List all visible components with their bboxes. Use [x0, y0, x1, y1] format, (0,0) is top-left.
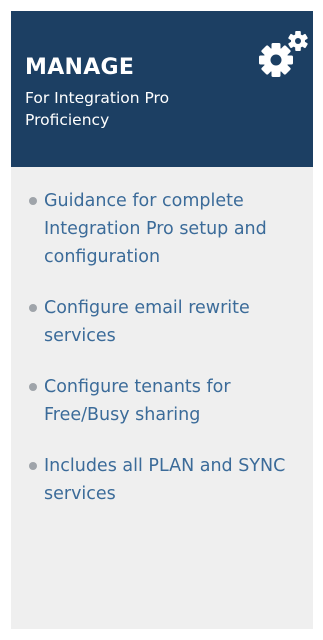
card-subtitle: For Integration Pro Proficiency [25, 89, 170, 129]
gears-icon [259, 31, 308, 77]
feature-text: Configure email rewrite services [44, 298, 250, 346]
card-title: MANAGE [25, 55, 135, 80]
feature-text: Configure tenants for Free/Busy sharing [44, 377, 231, 425]
card-header: MANAGE For Integration Pro Proficiency [11, 11, 313, 167]
feature-text: Guidance for complete Integration Pro se… [44, 191, 267, 267]
feature-list: Guidance for complete Integration Pro se… [11, 187, 313, 531]
bullet-icon [29, 304, 37, 312]
list-item: Guidance for complete Integration Pro se… [11, 187, 313, 271]
list-item: Configure email rewrite services [11, 294, 313, 350]
list-item: Configure tenants for Free/Busy sharing [11, 373, 313, 429]
manage-card: MANAGE For Integration Pro Proficiency G… [11, 11, 313, 629]
list-item: Includes all PLAN and SYNC services [11, 452, 313, 508]
bullet-icon [29, 197, 37, 205]
bullet-icon [29, 462, 37, 470]
bullet-icon [29, 383, 37, 391]
feature-text: Includes all PLAN and SYNC services [44, 456, 286, 504]
